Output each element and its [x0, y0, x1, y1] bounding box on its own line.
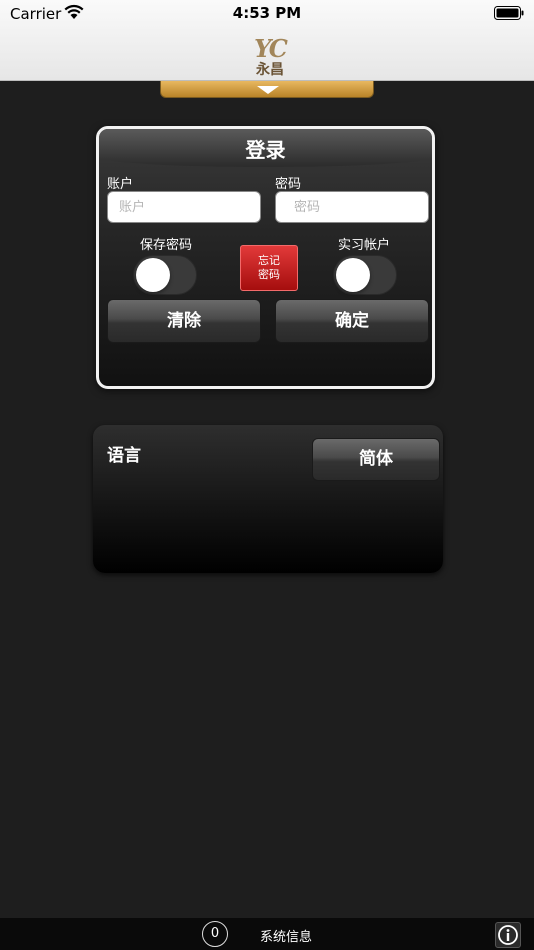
- toggle-knob: [336, 258, 370, 292]
- message-count-badge[interactable]: 0: [202, 921, 228, 947]
- language-select-button[interactable]: 简体: [312, 438, 440, 481]
- forgot-line-2: 密码: [258, 268, 280, 281]
- confirm-button[interactable]: 确定: [275, 299, 429, 343]
- save-password-label: 保存密码: [139, 238, 192, 253]
- logo-name: 永昌: [256, 62, 284, 78]
- system-info-link[interactable]: 系统信息: [260, 926, 312, 945]
- account-input[interactable]: [107, 191, 261, 223]
- demo-account-label: 实习帐户: [337, 238, 390, 253]
- language-panel: 语言 简体: [93, 425, 443, 573]
- forgot-line-1: 忘记: [258, 254, 280, 267]
- app-logo: YC 永昌: [247, 36, 293, 80]
- forgot-password-button[interactable]: 忘记 密码: [240, 245, 298, 291]
- info-icon: [498, 925, 518, 945]
- login-title: 登录: [245, 138, 286, 162]
- bottom-bar: 0 系统信息: [0, 918, 534, 950]
- language-label: 语言: [107, 446, 141, 466]
- demo-account-toggle[interactable]: [333, 255, 397, 295]
- clear-button[interactable]: 清除: [107, 299, 261, 343]
- account-label: 账户: [107, 177, 134, 192]
- pull-down-tab[interactable]: [160, 81, 374, 98]
- app-header: Carrier 4:53 PM YC 永昌: [0, 0, 534, 81]
- arrow-down-icon: [257, 86, 279, 94]
- password-input[interactable]: [275, 191, 429, 223]
- save-password-toggle[interactable]: [133, 255, 197, 295]
- toggle-knob: [136, 258, 170, 292]
- login-panel: 登录 账户 密码 保存密码 忘记 密码 实习帐户 清除 确定: [96, 126, 435, 389]
- info-button[interactable]: [495, 922, 521, 948]
- login-title-bar: 登录: [99, 129, 432, 167]
- logo-mark: YC: [254, 34, 288, 63]
- password-label: 密码: [275, 177, 302, 192]
- status-time: 4:53 PM: [232, 4, 302, 22]
- battery-icon: [494, 6, 524, 20]
